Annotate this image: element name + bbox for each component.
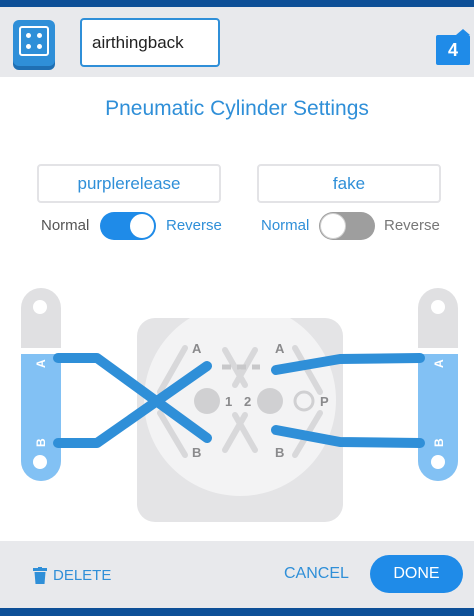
- right-cylinder-b-label: B: [432, 438, 446, 447]
- valve-b-right-label: B: [275, 445, 284, 460]
- cancel-button[interactable]: CANCEL: [284, 565, 349, 583]
- port-select-left[interactable]: purplerelease: [37, 164, 221, 203]
- direction-switch-right[interactable]: [319, 212, 375, 240]
- delete-button[interactable]: DELETE: [33, 563, 111, 587]
- robot-block-icon: [13, 20, 55, 66]
- direction-toggle-row-left: Normal Reverse: [0, 212, 237, 240]
- left-piston: [21, 348, 61, 354]
- normal-label: Normal: [41, 217, 90, 234]
- normal-label: Normal: [261, 217, 310, 234]
- right-cylinder-bottom-hole: [431, 455, 445, 469]
- block-name-input[interactable]: [80, 18, 220, 67]
- dialog-footer: DELETE CANCEL DONE: [0, 541, 474, 608]
- block-dot: [37, 44, 42, 49]
- left-cylinder-bottom-hole: [33, 455, 47, 469]
- valve-port-1-label: 1: [225, 394, 232, 409]
- valve-face: [144, 304, 336, 496]
- valve-port-2-circle: [257, 388, 283, 414]
- dialog-header: 4: [0, 7, 474, 77]
- switch-knob: [129, 213, 155, 239]
- slot-number-badge: 4: [436, 29, 470, 65]
- valve-b-left-label: B: [192, 445, 201, 460]
- delete-label: DELETE: [53, 566, 112, 584]
- right-piston: [418, 348, 458, 354]
- reverse-label: Reverse: [166, 217, 222, 234]
- right-cylinder-top-hole: [431, 300, 445, 314]
- valve-port-2-label: 2: [244, 394, 251, 409]
- trash-icon: [33, 566, 47, 584]
- done-button[interactable]: DONE: [370, 555, 463, 593]
- switch-knob: [320, 213, 346, 239]
- reverse-label: Reverse: [384, 217, 440, 234]
- valve-a-right-label: A: [275, 341, 285, 356]
- direction-toggle-row-right: Normal Reverse: [237, 212, 474, 240]
- right-cylinder-a-label: A: [432, 359, 446, 368]
- valve-a-left-label: A: [192, 341, 202, 356]
- settings-dialog: 4 Pneumatic Cylinder Settings purplerele…: [0, 7, 474, 608]
- block-dot: [26, 44, 31, 49]
- port-select-right[interactable]: fake: [257, 164, 441, 203]
- valve-port-1-circle: [194, 388, 220, 414]
- block-dot: [26, 33, 31, 38]
- block-dot: [37, 33, 42, 38]
- left-cylinder-a-label: A: [34, 359, 48, 368]
- block-icon-container: [0, 7, 70, 77]
- page-title: Pneumatic Cylinder Settings: [105, 97, 369, 120]
- direction-switch-left[interactable]: [100, 212, 156, 240]
- left-cylinder-top-hole: [33, 300, 47, 314]
- pneumatic-diagram: 1 2 P A B A B A B A B: [21, 288, 458, 522]
- left-cylinder-b-label: B: [34, 438, 48, 447]
- valve-pressure-label: P: [320, 394, 329, 409]
- block-face: [19, 26, 49, 56]
